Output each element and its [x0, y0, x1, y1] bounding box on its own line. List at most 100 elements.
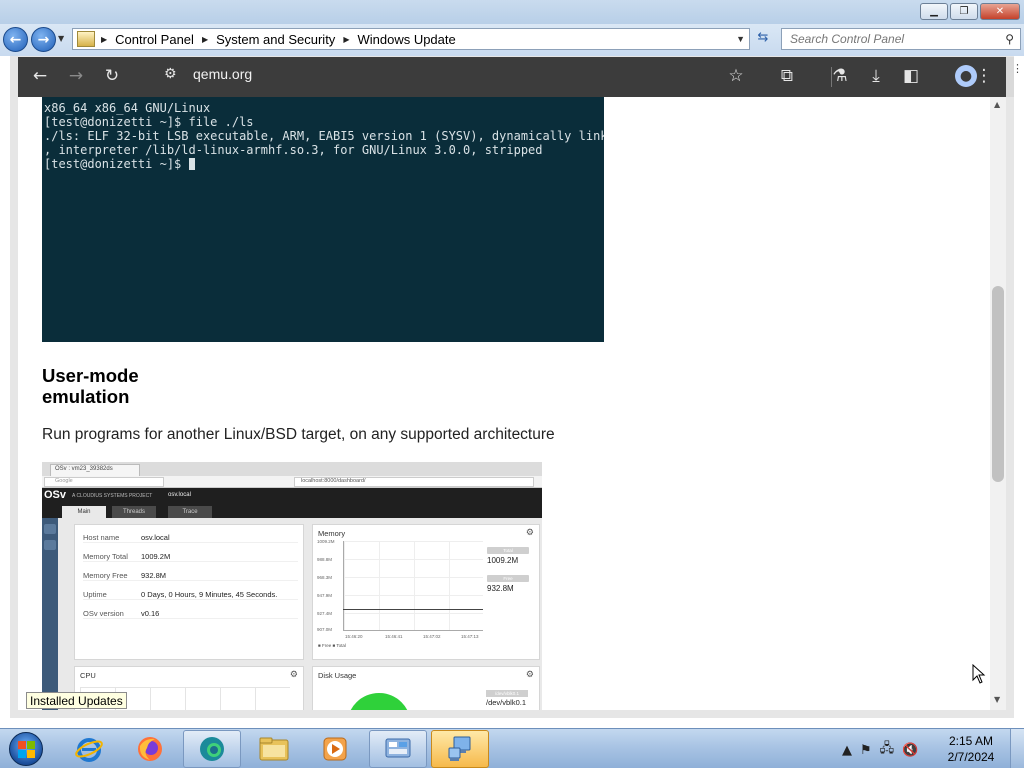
explorer-refresh-button[interactable]: ⇆: [753, 30, 773, 50]
start-button[interactable]: [4, 731, 48, 767]
breadcrumb-chevron-icon[interactable]: ▶: [343, 35, 349, 44]
close-icon: ✕: [995, 6, 1005, 17]
action-center-flag-icon[interactable]: ⚑: [860, 743, 872, 758]
disk-usage-circle: [347, 693, 411, 710]
page-scrollbar[interactable]: ▲ ▼: [990, 97, 1006, 710]
breadcrumb-windows-update[interactable]: Windows Update: [357, 32, 455, 47]
memory-y-tick: 988.8M: [317, 557, 333, 562]
bookmark-star-icon[interactable]: ☆: [725, 66, 747, 86]
terminal-prompt: [test@donizetti ~]$: [44, 157, 189, 171]
download-icon[interactable]: ⤓: [865, 66, 887, 86]
forward-button[interactable]: →: [31, 27, 56, 52]
clock-time: 2:15 AM: [948, 734, 994, 748]
terminal-prompt-line: [test@donizetti ~]$: [44, 157, 602, 171]
memory-free-value: 932.8M: [487, 584, 514, 593]
edge-icon: [200, 737, 224, 761]
breadcrumb-chevron-icon[interactable]: ▶: [202, 35, 208, 44]
address-box[interactable]: ▶ Control Panel ▶ System and Security ▶ …: [72, 28, 750, 50]
osv-tab-main: Main: [62, 506, 106, 518]
memory-free-chip: Free: [487, 575, 529, 582]
search-control-panel-input[interactable]: Search Control Panel ⚲: [781, 28, 1021, 50]
control-panel-icon: [385, 738, 411, 758]
page-viewport: x86_64 x86_64 GNU/Linux [test@donizetti ~…: [18, 97, 990, 710]
site-info-icon[interactable]: ⚙: [164, 66, 177, 82]
section-description: Run programs for another Linux/BSD targe…: [42, 426, 555, 443]
maximize-button[interactable]: ❐: [950, 3, 978, 20]
osv-tab-title: OSv : vm23_39382ds: [50, 464, 140, 476]
taskbar-file-explorer[interactable]: [245, 730, 303, 768]
osv-urlbar: Google localhost:8000/dashboard/: [42, 476, 542, 488]
info-row: Uptime 0 Days, 0 Hours, 9 Minutes, 45 Sec…: [83, 590, 298, 600]
info-row: Memory Total 1009.2M: [83, 552, 298, 562]
refresh-icon: ⇆: [757, 30, 769, 45]
show-desktop-button[interactable]: [1010, 729, 1024, 768]
scroll-up-icon[interactable]: ▲: [994, 100, 1000, 109]
folder-icon: [259, 737, 289, 761]
breadcrumb-system-security[interactable]: System and Security: [216, 32, 335, 47]
breadcrumb-chevron-icon[interactable]: ▶: [101, 35, 107, 44]
taskbar-internet-explorer[interactable]: [60, 730, 118, 768]
osv-tabbar: OSv : vm23_39382ds: [42, 462, 542, 476]
osv-tab-threads: Threads: [112, 506, 156, 518]
side-panel-icon[interactable]: ◧: [900, 66, 922, 86]
info-value: osv.local: [141, 533, 170, 542]
disk-panel-title: Disk Usage: [318, 671, 357, 680]
restore-icon: ❐: [959, 6, 969, 17]
back-arrow-icon: ←: [9, 31, 22, 48]
volume-muted-icon[interactable]: 🔇: [902, 743, 918, 758]
memory-total-chip: Total: [487, 547, 529, 554]
browser-reload-icon[interactable]: ↻: [101, 66, 123, 86]
info-value: 932.8M: [141, 571, 167, 580]
scroll-down-icon[interactable]: ▼: [994, 695, 1000, 704]
memory-y-tick: 927.4M: [317, 611, 333, 616]
address-dropdown-icon[interactable]: ▼: [736, 34, 745, 44]
firefox-icon: [138, 737, 162, 761]
memory-chart-grid: [343, 541, 483, 631]
browser-back-icon[interactable]: ←: [29, 66, 51, 86]
osv-header: OSv A CLOUDIUS SYSTEMS PROJECT osv.local: [42, 488, 542, 504]
taskbar-clock[interactable]: 2:15 AM 2/7/2024: [940, 733, 1002, 765]
breadcrumb-control-panel[interactable]: Control Panel: [115, 32, 194, 47]
memory-total-value: 1009.2M: [487, 556, 519, 565]
labs-flask-icon[interactable]: ⚗: [829, 66, 851, 86]
extensions-icon[interactable]: ⧉: [776, 66, 798, 86]
terminal-cursor: [188, 158, 195, 170]
heading-line: emulation: [42, 386, 130, 407]
network-icon[interactable]: 🖧: [880, 739, 895, 761]
disk-device: /dev/vblk0.1: [486, 698, 527, 707]
browser-menu-icon[interactable]: ⋮: [973, 66, 995, 86]
browser-forward-icon[interactable]: →: [65, 66, 87, 86]
taskbar-control-panel[interactable]: [369, 730, 427, 768]
media-player-icon: [323, 737, 347, 761]
memory-x-tick: 15:46:20: [345, 634, 363, 639]
info-value: 1009.2M: [141, 552, 171, 561]
memory-chart-line: [343, 609, 483, 610]
show-hidden-icons-icon[interactable]: ▲: [842, 743, 852, 758]
info-row: OSv version v0.16: [83, 609, 298, 619]
gear-icon: ⚙: [289, 669, 298, 679]
memory-y-tick: 907.0M: [317, 627, 333, 632]
scroll-thumb[interactable]: [992, 286, 1004, 482]
omnibox-url[interactable]: qemu.org: [193, 66, 252, 82]
back-button[interactable]: ←: [3, 27, 28, 52]
osv-left-toolbar: [42, 518, 58, 710]
taskbar-media-player[interactable]: [306, 730, 364, 768]
close-button[interactable]: ✕: [980, 3, 1020, 20]
memory-x-tick: 15:47:13: [461, 634, 479, 639]
minimize-button[interactable]: ▁: [920, 3, 948, 20]
search-placeholder: Search Control Panel: [790, 32, 905, 46]
info-key: Memory Free: [83, 571, 128, 580]
terminal-line: [test@donizetti ~]$ file ./ls: [44, 115, 254, 129]
taskbar-firefox[interactable]: [121, 730, 179, 768]
explorer-more-icon[interactable]: ⋮: [1012, 62, 1023, 75]
taskbar-windows-update[interactable]: [431, 730, 489, 768]
memory-panel-title: Memory: [318, 529, 346, 538]
terminal-screenshot: x86_64 x86_64 GNU/Linux [test@donizetti ~…: [42, 97, 604, 342]
terminal-line: x86_64 x86_64 GNU/Linux: [44, 101, 211, 115]
info-value: 0 Days, 0 Hours, 9 Minutes, 45 Seconds.: [141, 590, 278, 599]
info-key: Host name: [83, 533, 120, 542]
search-icon[interactable]: ⚲: [1005, 32, 1014, 46]
memory-y-tick: 968.3M: [317, 575, 333, 580]
recent-pages-dropdown[interactable]: ▼: [58, 34, 64, 43]
taskbar-edge[interactable]: [183, 730, 241, 768]
